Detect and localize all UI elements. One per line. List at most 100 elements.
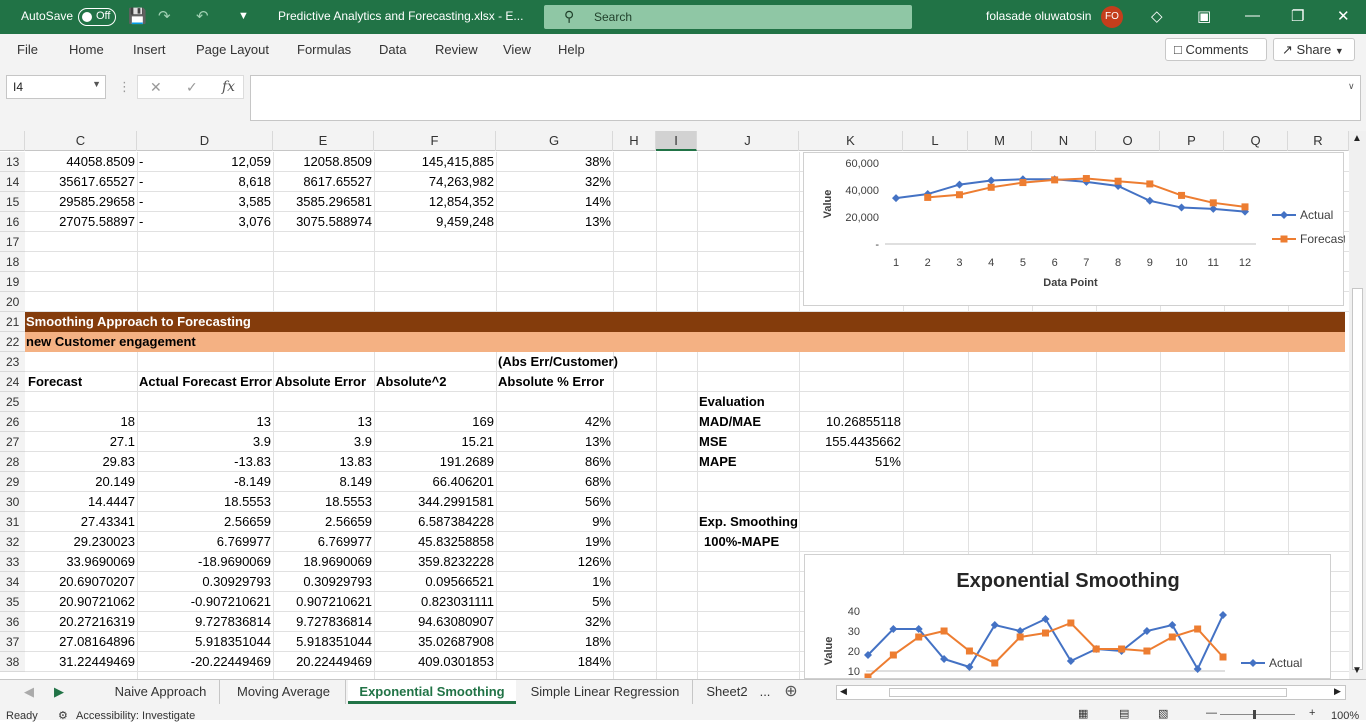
cell[interactable]: 13% [497,432,611,452]
accuracy-label[interactable]: 100%-MAPE [704,532,779,552]
row-header[interactable]: 16 [0,212,25,232]
cell[interactable]: 27.08164896 [25,632,135,652]
cell[interactable]: 35.02687908 [375,632,494,652]
cell[interactable]: 0.823031111 [375,592,494,612]
tab-simple-linear-regression[interactable]: Simple Linear Regression [518,680,693,704]
cell[interactable]: 20.27216319 [25,612,135,632]
cell[interactable]: 344.2991581 [375,492,494,512]
col-header-m[interactable]: M [968,131,1032,151]
hscroll-thumb[interactable] [889,688,1287,697]
cell[interactable]: 0.09566521 [375,572,494,592]
row-header[interactable]: 15 [0,192,25,212]
ribbon-display-icon[interactable]: ▣ [1197,7,1211,25]
cell[interactable]: 12058.8509 [274,152,372,172]
cell[interactable]: 9.727836814 [274,612,372,632]
menu-home[interactable]: Home [69,42,104,57]
row-header[interactable]: 25 [0,392,25,412]
cell[interactable]: 1% [497,572,611,592]
expand-formula-icon[interactable]: ∨ [1348,81,1355,92]
cell[interactable]: 14% [497,192,611,212]
col-header-l[interactable]: L [903,131,968,151]
menu-review[interactable]: Review [435,42,478,57]
insert-function-icon[interactable]: fx [222,79,235,95]
eval-value-mad[interactable]: 10.26855118 [800,412,901,432]
cell[interactable]: 12,854,352 [375,192,494,212]
normal-view-icon[interactable]: ▦ [1078,707,1088,720]
redo-icon[interactable]: ↷ [158,7,171,25]
cell[interactable]: -8.149 [139,472,271,492]
exp-smoothing-label[interactable]: Exp. Smoothing [699,512,798,532]
cell[interactable]: 13 [139,412,271,432]
evaluation-title[interactable]: Evaluation [699,392,765,412]
row-header[interactable]: 28 [0,452,25,472]
header-abs-err-customer[interactable]: (Abs Err/Customer) [498,352,618,372]
exponential-smoothing-chart[interactable]: 40 30 20 10 Value Exponential Smoothing Actual [804,554,1331,679]
cell[interactable]: 5.918351044 [139,632,271,652]
cell[interactable]: 0.907210621 [274,592,372,612]
cell[interactable]: 0.30929793 [139,572,271,592]
cell[interactable]: 3.9 [139,432,271,452]
zoom-in-icon[interactable]: + [1309,707,1315,719]
cell[interactable]: 20.149 [25,472,135,492]
menu-formulas[interactable]: Formulas [297,42,351,57]
cell[interactable]: 42% [497,412,611,432]
tab-scroll-left-icon[interactable]: ◀ [22,680,36,704]
cell[interactable]: 20.90721062 [25,592,135,612]
cell[interactable]: 8,618 [139,172,271,192]
row-header[interactable]: 32 [0,532,25,552]
cell[interactable]: 66.406201 [375,472,494,492]
cell[interactable]: -20.22449469 [139,652,271,672]
enter-icon[interactable]: ✓ [186,79,198,96]
row-header[interactable]: 37 [0,632,25,652]
add-sheet-icon[interactable]: ⊕ [780,680,802,704]
autosave-toggle[interactable]: Off [78,8,116,26]
cell[interactable]: 12,059 [139,152,271,172]
menu-help[interactable]: Help [558,42,585,57]
cancel-icon[interactable]: ✕ [150,79,162,96]
cell[interactable]: 74,263,982 [375,172,494,192]
save-icon[interactable]: 💾 [128,7,147,25]
cell[interactable]: 29.83 [25,452,135,472]
close-icon[interactable]: ✕ [1337,7,1350,25]
cell[interactable]: 3,076 [139,212,271,232]
cell[interactable]: 33.9690069 [25,552,135,572]
cell[interactable]: 13% [497,212,611,232]
accessibility-icon[interactable]: ⚙ [58,709,68,722]
cell[interactable]: 86% [497,452,611,472]
row-header[interactable]: 22 [0,332,25,352]
cell[interactable]: 45.83258858 [375,532,494,552]
row-header[interactable]: 38 [0,652,25,672]
cell[interactable]: 27.43341 [25,512,135,532]
cell[interactable]: 29585.29658 [25,192,135,212]
zoom-slider-thumb[interactable] [1253,710,1256,719]
cell[interactable]: 35617.65527 [25,172,135,192]
cell[interactable]: 13 [274,412,372,432]
row-header[interactable]: 27 [0,432,25,452]
cell[interactable]: 2.56659 [139,512,271,532]
tab-moving-average[interactable]: Moving Average [222,680,346,704]
header-absolute-error[interactable]: Absolute Error [275,372,366,392]
row-header[interactable]: 17 [0,232,25,252]
col-header-d[interactable]: D [137,131,273,151]
cell[interactable]: 169 [375,412,494,432]
cell[interactable]: 3,585 [139,192,271,212]
cell[interactable]: 6.587384228 [375,512,494,532]
chevron-down-icon[interactable]: ▼ [92,79,101,89]
row-header[interactable]: 13 [0,152,25,172]
eval-label-mse[interactable]: MSE [699,432,727,452]
cell[interactable]: 18.9690069 [274,552,372,572]
menu-file[interactable]: File [17,42,38,57]
cell[interactable]: 3075.588974 [274,212,372,232]
cell[interactable]: 27.1 [25,432,135,452]
row-header[interactable]: 30 [0,492,25,512]
col-header-c[interactable]: C [25,131,137,151]
header-absolute-percent-error[interactable]: Absolute % Error [498,372,604,392]
tab-sheet2[interactable]: Sheet2 [696,680,758,704]
diamond-icon[interactable]: ◇ [1151,7,1163,25]
eval-label-mad[interactable]: MAD/MAE [699,412,761,432]
cell[interactable]: 20.22449469 [274,652,372,672]
scroll-down-icon[interactable]: ▼ [1352,665,1362,676]
tab-scroll-right-icon[interactable]: ▶ [52,680,66,704]
col-header-n[interactable]: N [1032,131,1096,151]
col-header-r[interactable]: R [1288,131,1349,151]
